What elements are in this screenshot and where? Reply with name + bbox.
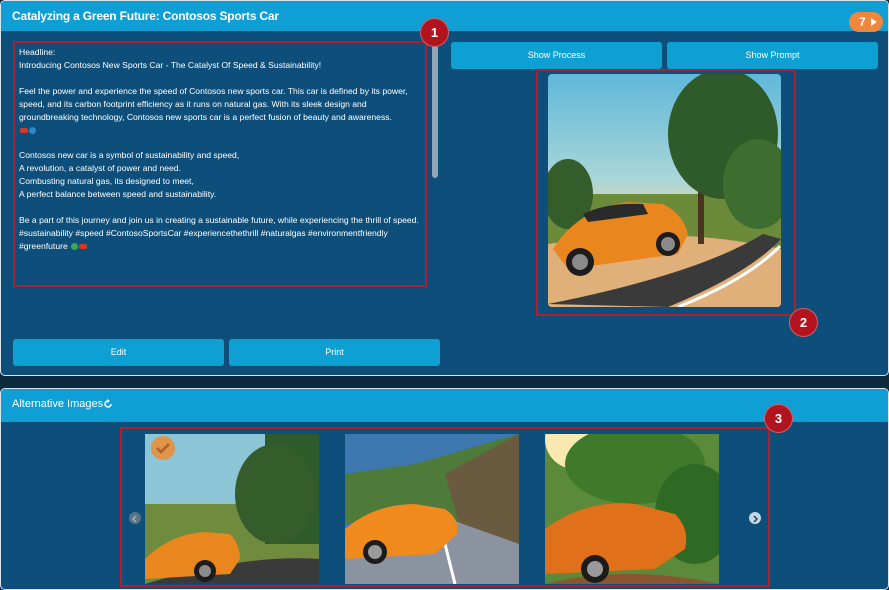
print-button[interactable]: Print (229, 339, 440, 366)
alternatives-panel: Alternative Images 3 (0, 388, 889, 590)
play-icon (871, 18, 877, 26)
alternatives-header: Alternative Images (1, 389, 888, 422)
globe-emoji-icon (71, 242, 79, 250)
annotation-marker-2: 2 (789, 308, 818, 337)
poem-line: Contosos new car is a symbol of sustaina… (19, 150, 240, 161)
alternatives-title: Alternative Images (12, 398, 104, 410)
car-emoji-icon (20, 127, 28, 133)
main-panel: Catalyzing a Green Future: Contosos Spor… (0, 0, 889, 376)
headline-label: Headline: (19, 47, 56, 57)
page-title: Catalyzing a Green Future: Contosos Spor… (12, 9, 279, 23)
body-paragraph: Feel the power and experience the speed … (19, 85, 408, 122)
recycle-emoji-icon (29, 126, 36, 134)
alternatives-highlight (120, 427, 770, 587)
edit-button[interactable]: Edit (13, 339, 224, 366)
annotation-marker-3: 3 (764, 404, 793, 433)
annotation-marker-1: 1 (420, 18, 449, 47)
show-prompt-button[interactable]: Show Prompt (667, 42, 878, 69)
show-process-button[interactable]: Show Process (451, 42, 662, 69)
poem-line: Combusting natural gas, its designed to … (19, 176, 194, 187)
main-car-image[interactable] (548, 74, 781, 307)
textbox-scrollbar[interactable] (432, 45, 438, 178)
poem-line: A perfect balance between speed and sust… (19, 188, 217, 199)
car-emoji-icon (79, 243, 88, 249)
poem-line: A revolution, a catalyst of power and ne… (19, 163, 181, 174)
post-textbox[interactable]: Headline: Introducing Contosos New Sport… (13, 41, 427, 287)
badge-count: 7 (859, 15, 866, 29)
count-badge[interactable]: 7 (849, 12, 883, 32)
refresh-icon[interactable] (103, 399, 113, 409)
headline-text: Introducing Contosos New Sports Car - Th… (19, 59, 322, 70)
